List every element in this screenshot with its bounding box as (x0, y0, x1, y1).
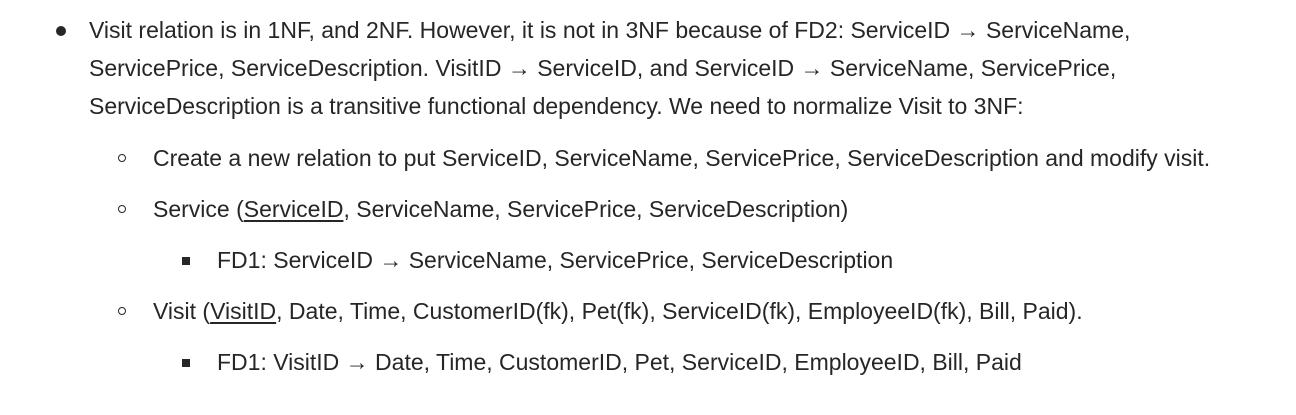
service-relation-prefix: Service ( (153, 196, 244, 222)
sub-item-visit-relation: Visit (VisitID, Date, Time, CustomerID(f… (153, 298, 1083, 325)
visit-relation-attributes: , Date, Time, CustomerID(fk), Pet(fk), S… (276, 298, 1083, 324)
bullet-square-icon (182, 359, 190, 367)
sub-item-create-relation: Create a new relation to put ServiceID, … (153, 145, 1211, 171)
bullet-circle-icon (118, 154, 126, 162)
visit-relation-prefix: Visit ( (153, 298, 211, 324)
bullet-circle-icon (118, 307, 126, 315)
visit-functional-dependency: FD1: VisitID → Date, Time, CustomerID, P… (217, 349, 1022, 375)
paragraph-line-1: Visit relation is in 1NF, and 2NF. Howev… (89, 17, 1131, 43)
visit-primary-key: VisitID (210, 298, 277, 324)
paragraph-line-3: ServiceDescription is a transitive funct… (89, 93, 1024, 119)
bullet-circle-icon (118, 205, 126, 213)
document: Visit relation is in 1NF, and 2NF. Howev… (0, 0, 1296, 415)
service-relation-attributes: , ServiceName, ServicePrice, ServiceDesc… (343, 196, 849, 222)
bullet-disc-icon (56, 26, 66, 36)
service-primary-key: ServiceID (243, 196, 344, 222)
sub-item-service-relation: Service (ServiceID, ServiceName, Service… (153, 196, 848, 223)
paragraph-line-2: ServicePrice, ServiceDescription. VisitI… (89, 55, 1117, 81)
service-functional-dependency: FD1: ServiceID → ServiceName, ServicePri… (217, 247, 894, 273)
bullet-square-icon (182, 257, 190, 265)
